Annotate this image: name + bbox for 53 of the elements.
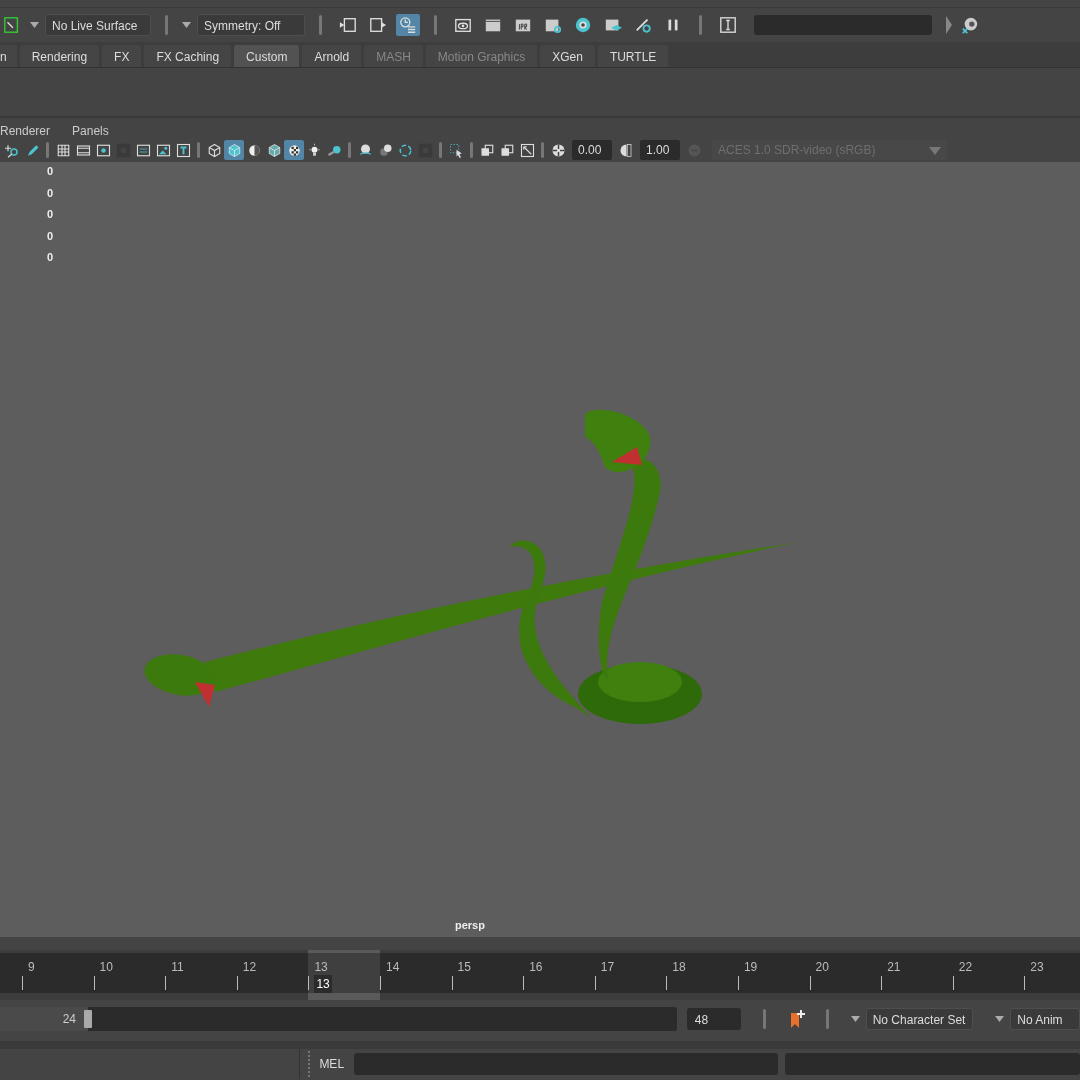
text-field[interactable]: Symmetry: Off <box>197 14 305 36</box>
range-slider[interactable]: 24 <box>0 1007 677 1031</box>
language-label[interactable]: MEL <box>319 1055 345 1073</box>
slider-value: 24 <box>62 1011 76 1028</box>
frame-number: 13 <box>314 959 328 976</box>
shelf-tab[interactable]: Arnold <box>302 45 362 67</box>
number-field[interactable]: 1.00 <box>640 140 680 160</box>
hud-value: 0 <box>47 185 54 201</box>
number-field[interactable]: 0.00 <box>572 140 612 160</box>
dropdown-caret-icon[interactable] <box>850 1016 860 1022</box>
hud-value: 0 <box>47 164 54 179</box>
frame-number: 12 <box>242 959 257 976</box>
menu-item[interactable]: Panels <box>72 122 109 140</box>
frame-number: 20 <box>815 959 829 976</box>
hud-value: 0 <box>47 228 54 244</box>
dropdown-caret-icon[interactable] <box>995 1016 1005 1022</box>
frame-number: 11 <box>171 959 184 976</box>
bookmark-plus-icon[interactable] <box>789 1009 806 1029</box>
shelf-tab[interactable]: n <box>0 45 17 67</box>
character-set-field[interactable]: No Character Set <box>865 1008 974 1030</box>
frame-number: 17 <box>600 959 615 976</box>
frame-number: 19 <box>743 959 758 976</box>
frame-number: 18 <box>672 959 686 976</box>
frame-number: 10 <box>99 959 113 976</box>
command-field[interactable] <box>354 1053 778 1075</box>
shelf-tab[interactable]: TURTLE <box>597 45 669 67</box>
frame-number: 22 <box>958 959 973 976</box>
frame-number: 21 <box>887 959 901 976</box>
expand-arrow-icon[interactable] <box>946 16 952 34</box>
slider-handle[interactable] <box>84 1010 92 1028</box>
frame-number: 23 <box>1030 959 1044 976</box>
shelf-tab[interactable]: XGen <box>540 45 595 67</box>
dropdown-caret-icon[interactable] <box>182 22 191 28</box>
anim-layer-field[interactable]: No Anim <box>1010 1008 1080 1030</box>
dropdown-caret-icon[interactable] <box>30 22 39 28</box>
end-time-field[interactable]: 48 <box>686 1008 741 1030</box>
frame-number: 14 <box>385 959 400 976</box>
shelf-tab[interactable]: FX <box>102 45 142 67</box>
menu-item[interactable]: Renderer <box>0 122 51 140</box>
clock-list-icon[interactable] <box>396 14 420 36</box>
hud-value: 0 <box>47 250 54 265</box>
shelf-tab[interactable]: FX Caching <box>144 45 232 67</box>
frame-number: 16 <box>529 959 543 976</box>
input-field[interactable] <box>754 15 932 35</box>
frame-number: 9 <box>28 959 35 976</box>
text-field[interactable]: No Live Surface <box>45 14 151 36</box>
current-frame: 13 <box>314 975 332 993</box>
shelf-tab[interactable]: Rendering <box>19 45 100 67</box>
resize-grip[interactable] <box>308 1051 312 1077</box>
frame-number: 15 <box>457 959 471 976</box>
camera-label: persp <box>455 918 485 933</box>
shelf-tab[interactable]: Custom <box>234 45 300 67</box>
hud-value: 0 <box>47 207 54 222</box>
